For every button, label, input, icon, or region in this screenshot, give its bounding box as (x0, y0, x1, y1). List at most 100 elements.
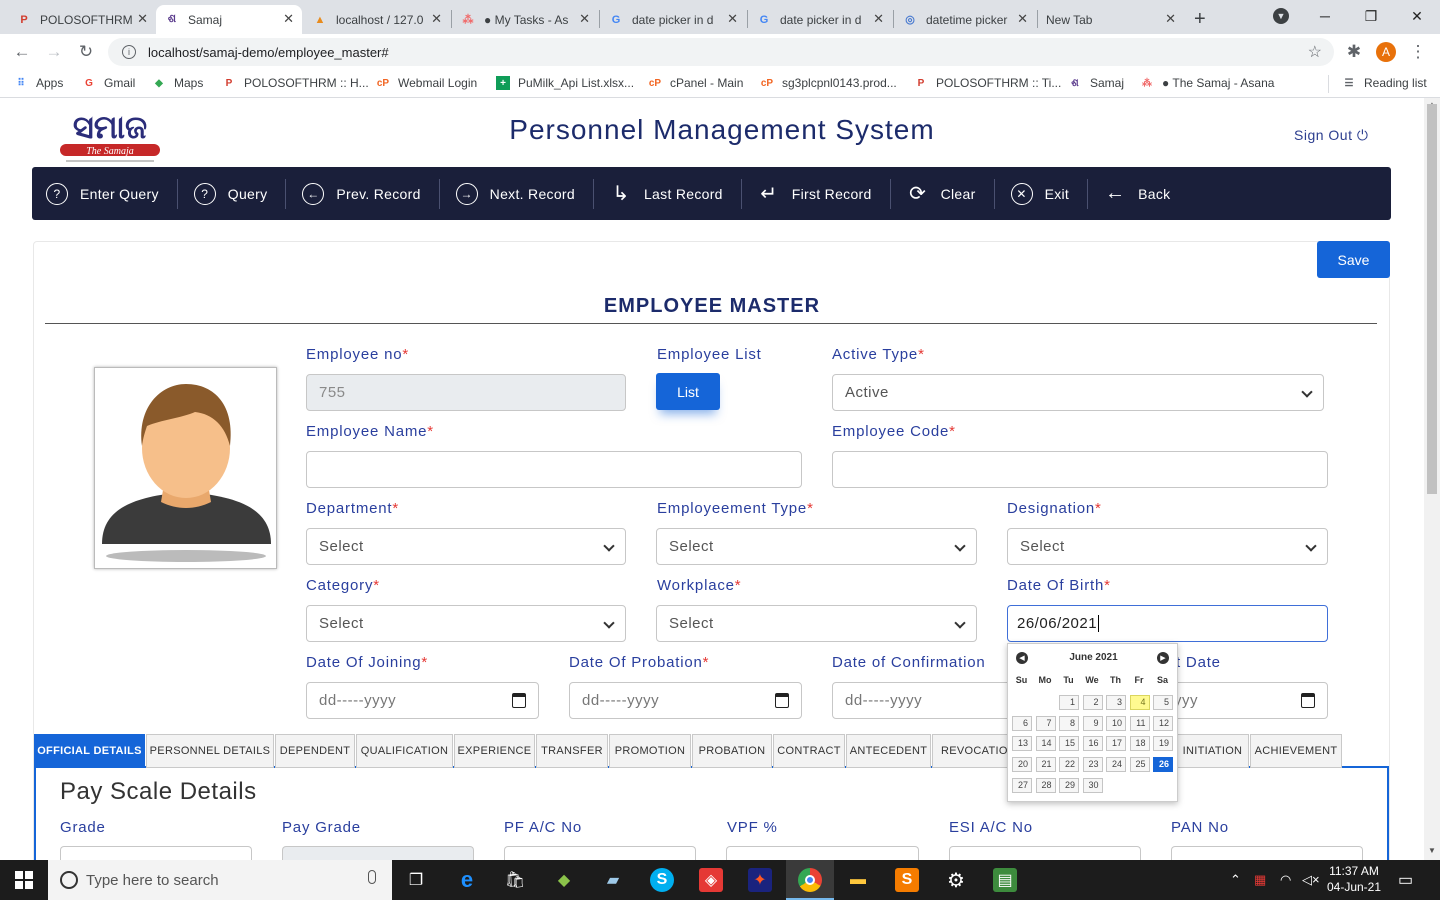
day-cell[interactable]: 2 (1082, 695, 1103, 710)
close-tab-icon[interactable]: ✕ (283, 11, 294, 27)
day-cell[interactable]: 17 (1106, 736, 1126, 752)
app-icon[interactable]: ◆ (552, 868, 576, 892)
browser-tab[interactable]: ⁂ ● My Tasks - As ✕ (452, 5, 598, 34)
close-tab-icon[interactable]: ✕ (1165, 11, 1176, 27)
tray-chevron-icon[interactable]: ⌃ (1230, 872, 1241, 888)
minimize-icon[interactable]: ─ (1302, 0, 1348, 32)
day-cell[interactable]: 23 (1082, 757, 1103, 773)
calendar-icon[interactable] (1301, 693, 1315, 708)
bookmark-samaj[interactable]: ଶ Samaj (1068, 76, 1124, 90)
day-cell[interactable]: 24 (1106, 757, 1126, 773)
day-cell[interactable]: 3 (1106, 695, 1126, 710)
tab-probation[interactable]: PROBATION (692, 734, 772, 768)
forward-arrow-icon[interactable]: → (42, 40, 66, 64)
network-icon[interactable]: ◠ (1280, 872, 1291, 888)
taskbar-search-box[interactable]: Type here to search (48, 860, 392, 900)
day-cell[interactable]: 30 (1082, 777, 1103, 793)
anydesk-icon[interactable]: ◈ (699, 868, 723, 892)
employee-list-button[interactable]: List (656, 373, 720, 410)
clear-button[interactable]: ⟳ Clear (907, 178, 995, 209)
bookmark-cpanel[interactable]: cP cPanel - Main (648, 76, 744, 90)
close-tab-icon[interactable]: ✕ (873, 11, 884, 27)
vpf-field[interactable] (726, 846, 919, 860)
day-cell[interactable]: 6 (1012, 715, 1032, 731)
bookmark-pumilk[interactable]: + PuMilk_Api List.xlsx... (496, 76, 634, 90)
day-cell[interactable]: 15 (1059, 736, 1079, 752)
tab-transfer[interactable]: TRANSFER (536, 734, 608, 768)
tab-experience[interactable]: EXPERIENCE (454, 734, 535, 768)
chart-app-icon[interactable]: ▤ (993, 868, 1017, 892)
query-button[interactable]: ? Query (193, 178, 287, 209)
dob-field[interactable]: 26/06/2021 (1007, 605, 1328, 642)
day-cell[interactable]: 20 (1012, 757, 1032, 773)
close-tab-icon[interactable]: ✕ (431, 11, 442, 27)
bookmark-gmail[interactable]: G Gmail (82, 76, 135, 90)
edge-icon[interactable]: e (455, 867, 479, 892)
active-type-select[interactable]: Active (832, 374, 1324, 411)
restore-icon[interactable]: ❐ (1348, 0, 1394, 32)
bookmark-star-icon[interactable]: ☆ (1308, 42, 1322, 62)
prev-record-button[interactable]: ← Prev. Record (302, 178, 440, 209)
day-cell[interactable]: 22 (1059, 757, 1079, 773)
employee-photo-placeholder[interactable] (94, 367, 277, 569)
day-cell[interactable]: 14 (1035, 736, 1056, 752)
skype-icon[interactable]: S (650, 868, 674, 892)
bookmark-apps[interactable]: ⠿ Apps (14, 76, 63, 90)
dop-field[interactable]: dd-----yyyy (569, 682, 802, 719)
close-tab-icon[interactable]: ✕ (137, 11, 148, 27)
notepad-icon[interactable]: ▰ (601, 868, 625, 892)
new-tab-button[interactable]: + (1188, 5, 1218, 34)
day-cell[interactable]: 28 (1035, 777, 1056, 793)
employment-type-select[interactable]: Select (656, 528, 977, 565)
reload-icon[interactable]: ↻ (74, 40, 98, 64)
settings-gear-icon[interactable]: ⚙ (944, 868, 968, 892)
day-cell[interactable]: 9 (1082, 715, 1103, 731)
day-cell[interactable]: 19 (1153, 736, 1173, 752)
tab-initiation[interactable]: INITIATION (1176, 734, 1249, 768)
browser-tab-active[interactable]: ଶ Samaj ✕ (156, 5, 302, 34)
bookmark-polosoft-ti[interactable]: P POLOSOFTHRM :: Ti... (914, 76, 1062, 90)
sublime-icon[interactable]: S (895, 868, 919, 892)
bookmark-maps[interactable]: ◆ Maps (152, 76, 203, 90)
file-explorer-icon[interactable]: ▬ (846, 868, 870, 892)
browser-tab[interactable]: ◎ datetime picker ✕ (894, 5, 1036, 34)
day-cell[interactable]: 13 (1012, 736, 1032, 752)
microphone-icon[interactable] (368, 870, 376, 884)
esi-ac-field[interactable] (949, 846, 1141, 860)
first-record-button[interactable]: ↵ First Record (758, 178, 891, 209)
day-cell[interactable]: 11 (1129, 715, 1150, 731)
pan-field[interactable] (1171, 846, 1363, 860)
chrome-taskbar-button[interactable] (786, 860, 834, 900)
tab-dependent[interactable]: DEPENDENT (275, 734, 355, 768)
doj-field[interactable]: dd-----yyyy (306, 682, 539, 719)
app-icon[interactable]: ✦ (748, 868, 772, 892)
workplace-select[interactable]: Select (656, 605, 977, 642)
tray-app-icon[interactable]: ▦ (1254, 872, 1266, 888)
day-cell[interactable]: 18 (1129, 736, 1150, 752)
enter-query-button[interactable]: ? Enter Query (46, 178, 178, 209)
extensions-puzzle-icon[interactable]: ✱ (1342, 40, 1366, 64)
last-record-button[interactable]: ↳ Last Record (610, 178, 742, 209)
day-cell[interactable]: 27 (1012, 777, 1032, 793)
tab-qualification[interactable]: QUALIFICATION (356, 734, 453, 768)
tab-search-icon[interactable]: ▼ (1258, 0, 1304, 32)
chrome-menu-icon[interactable]: ⋮ (1406, 40, 1430, 64)
notification-icon[interactable]: ▭ (1398, 870, 1413, 890)
calendar-icon[interactable] (775, 693, 789, 708)
exit-button[interactable]: ✕ Exit (1010, 178, 1089, 209)
tab-achievement[interactable]: ACHIEVEMENT (1250, 734, 1342, 768)
volume-icon[interactable]: ◁× (1302, 872, 1320, 888)
calendar-icon[interactable] (512, 693, 526, 708)
browser-tab[interactable]: G date picker in d ✕ (748, 5, 892, 34)
back-arrow-icon[interactable]: ← (10, 40, 34, 64)
pf-ac-field[interactable] (504, 846, 696, 860)
tab-personnel-details[interactable]: PERSONNEL DETAILS (146, 734, 274, 768)
next-record-button[interactable]: → Next. Record (455, 178, 594, 209)
store-icon[interactable]: 🛍 (503, 868, 527, 892)
day-cell[interactable]: 25 (1129, 757, 1150, 773)
reading-list-button[interactable]: ☰ Reading list (1342, 76, 1427, 90)
start-button[interactable] (0, 860, 48, 900)
back-button[interactable]: ← Back (1104, 179, 1188, 209)
profile-avatar[interactable]: A (1374, 40, 1398, 64)
browser-tab[interactable]: G date picker in d ✕ (600, 5, 746, 34)
